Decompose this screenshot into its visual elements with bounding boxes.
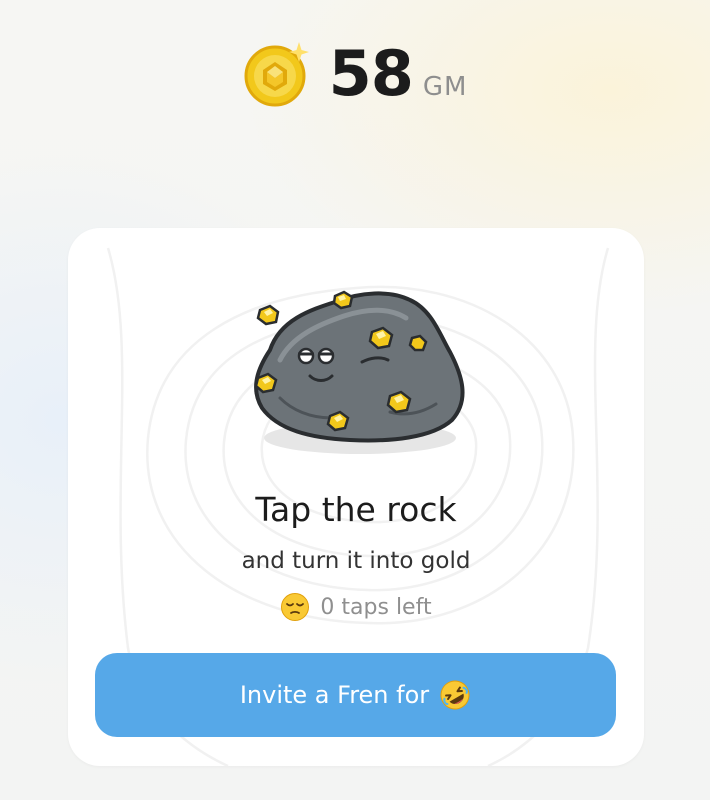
card-subtitle: and turn it into gold (241, 548, 471, 574)
invite-button-label: Invite a Fren for (239, 681, 430, 709)
taps-left-label: 0 taps left (320, 594, 432, 620)
balance-unit: GM (422, 72, 468, 102)
tap-rock-card: Tap the rock and turn it into gold 0 tap… (68, 228, 644, 766)
balance-display: 58 GM (0, 38, 710, 110)
invite-fren-button[interactable]: Invite a Fren for (95, 653, 616, 737)
pensive-face-icon (280, 592, 310, 622)
card-title: Tap the rock (255, 490, 457, 529)
gold-coin-icon (243, 38, 315, 110)
rolling-on-floor-laughing-icon (439, 679, 471, 711)
balance-amount: 58 (328, 37, 414, 110)
rock-icon[interactable] (240, 280, 472, 464)
taps-left-status: 0 taps left (68, 592, 644, 622)
